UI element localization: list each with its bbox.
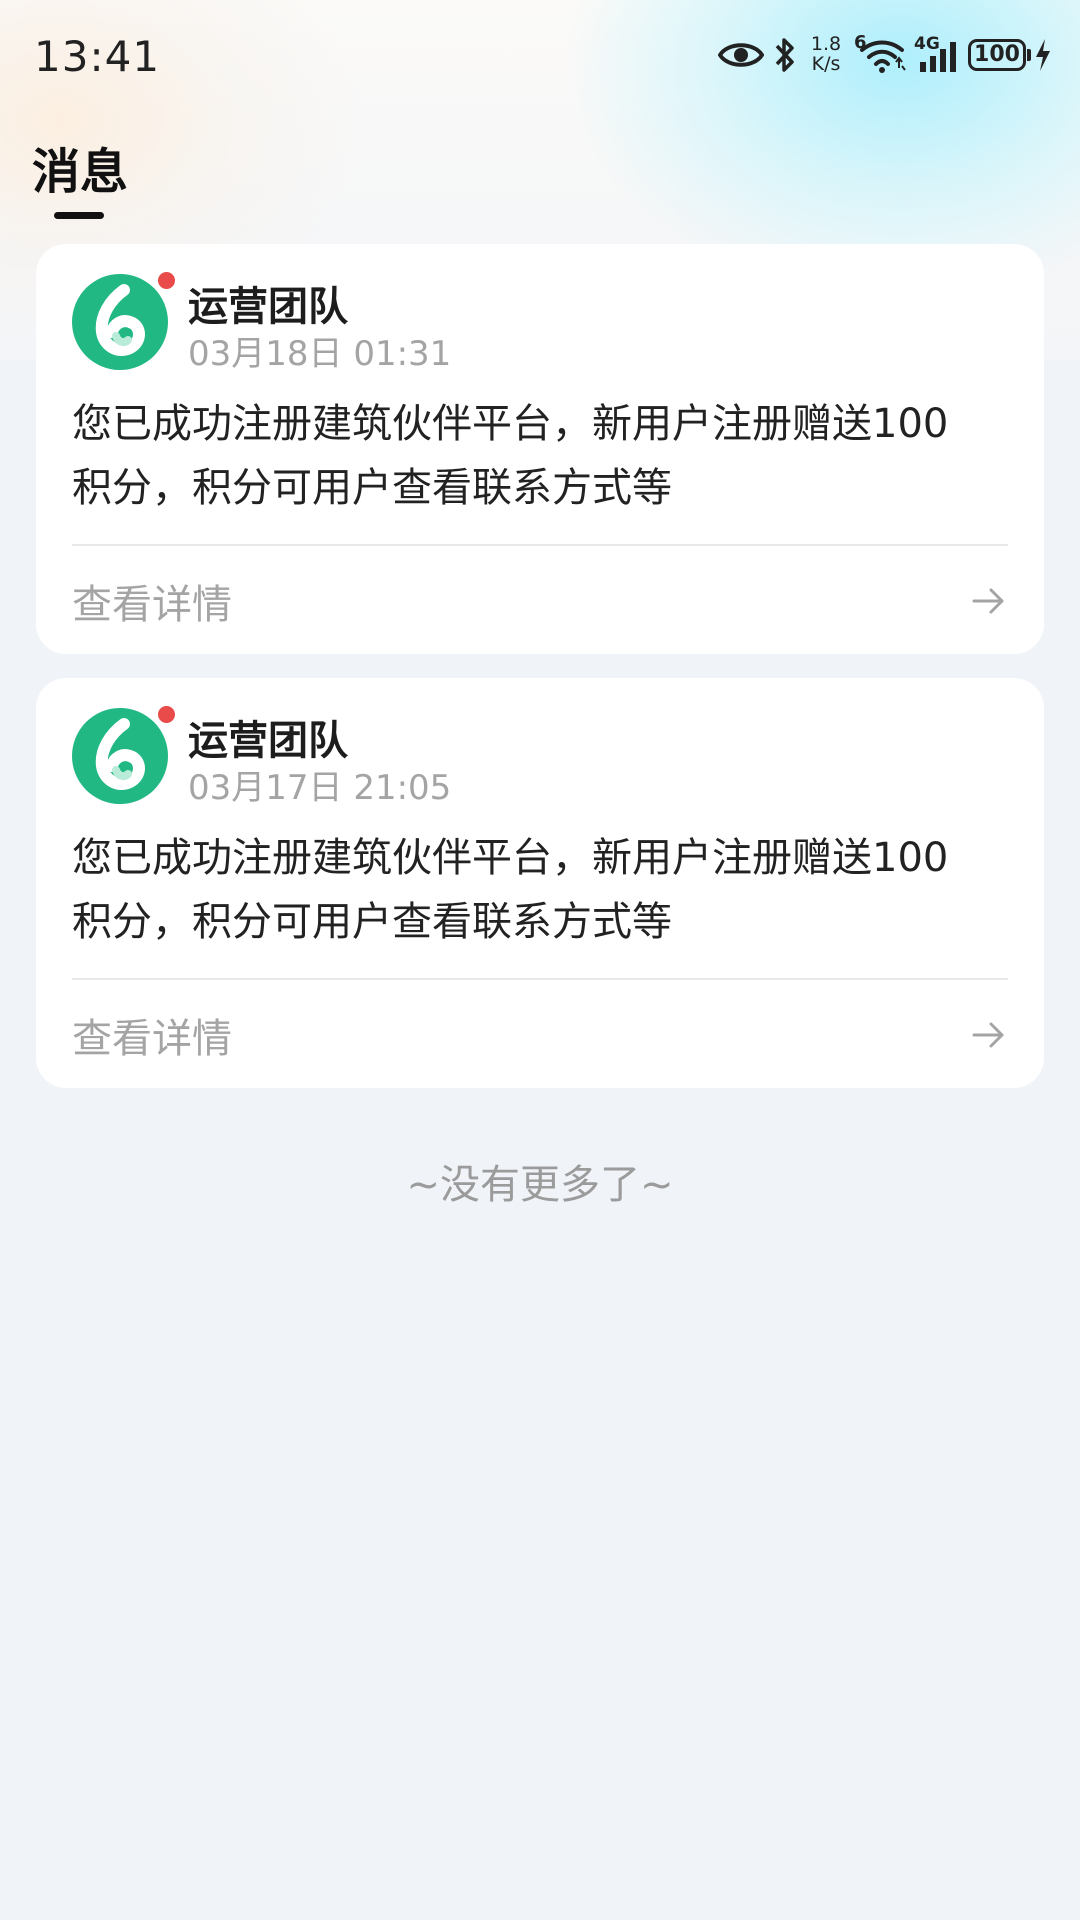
message-card[interactable]: 运营团队 03月18日 01:31 您已成功注册建筑伙伴平台，新用户注册赠送10… bbox=[36, 244, 1044, 654]
view-details-label: 查看详情 bbox=[72, 582, 232, 628]
net-speed: 1.8 K/s bbox=[810, 33, 842, 75]
unread-dot bbox=[158, 272, 175, 289]
bluetooth-icon bbox=[775, 38, 794, 72]
message-time: 03月18日 01:31 bbox=[188, 334, 452, 374]
divider bbox=[72, 978, 1008, 980]
end-of-list-text: ~没有更多了~ bbox=[406, 1162, 674, 1208]
avatar bbox=[72, 274, 168, 370]
sender-name: 运营团队 bbox=[188, 718, 348, 764]
divider bbox=[72, 544, 1008, 546]
message-line: 您已成功注册建筑伙伴平台，新用户注册赠送100 bbox=[72, 835, 949, 881]
eye-icon bbox=[718, 43, 764, 67]
arrow-right-icon bbox=[972, 588, 1004, 614]
cellular-signal-icon bbox=[920, 42, 956, 72]
tab-indicator bbox=[54, 212, 104, 219]
message-card[interactable]: 运营团队 03月17日 21:05 您已成功注册建筑伙伴平台，新用户注册赠送10… bbox=[36, 678, 1044, 1088]
page-title: 消息 bbox=[32, 144, 129, 200]
battery-icon: 100 bbox=[968, 39, 1026, 71]
message-content: 您已成功注册建筑伙伴平台，新用户注册赠送100 积分，积分可用户查看联系方式等 bbox=[72, 826, 1022, 954]
brand-logo-icon bbox=[95, 718, 145, 790]
arrow-right-icon bbox=[972, 1022, 1004, 1048]
charging-icon bbox=[1036, 39, 1050, 71]
sender-name: 运营团队 bbox=[188, 284, 348, 330]
brand-logo-icon bbox=[95, 284, 145, 356]
message-time: 03月17日 21:05 bbox=[188, 768, 452, 808]
view-details-link[interactable]: 查看详情 bbox=[72, 1006, 1008, 1066]
message-content: 您已成功注册建筑伙伴平台，新用户注册赠送100 积分，积分可用户查看联系方式等 bbox=[72, 392, 1022, 520]
unread-dot bbox=[158, 706, 175, 723]
message-line: 您已成功注册建筑伙伴平台，新用户注册赠送100 bbox=[72, 401, 949, 447]
avatar bbox=[72, 708, 168, 804]
battery-tip bbox=[1027, 49, 1031, 61]
wifi-icon bbox=[860, 40, 906, 73]
view-details-label: 查看详情 bbox=[72, 1016, 232, 1062]
battery-level: 100 bbox=[974, 42, 1020, 67]
message-line: 积分，积分可用户查看联系方式等 bbox=[72, 899, 672, 945]
status-bar: 13:41 1.8 K/s 6 4G 100 bbox=[0, 0, 1080, 120]
view-details-link[interactable]: 查看详情 bbox=[72, 572, 1008, 632]
status-time: 13:41 bbox=[34, 32, 161, 81]
status-icons: 1.8 K/s 6 4G 100 bbox=[718, 32, 1050, 84]
message-line: 积分，积分可用户查看联系方式等 bbox=[72, 465, 672, 511]
